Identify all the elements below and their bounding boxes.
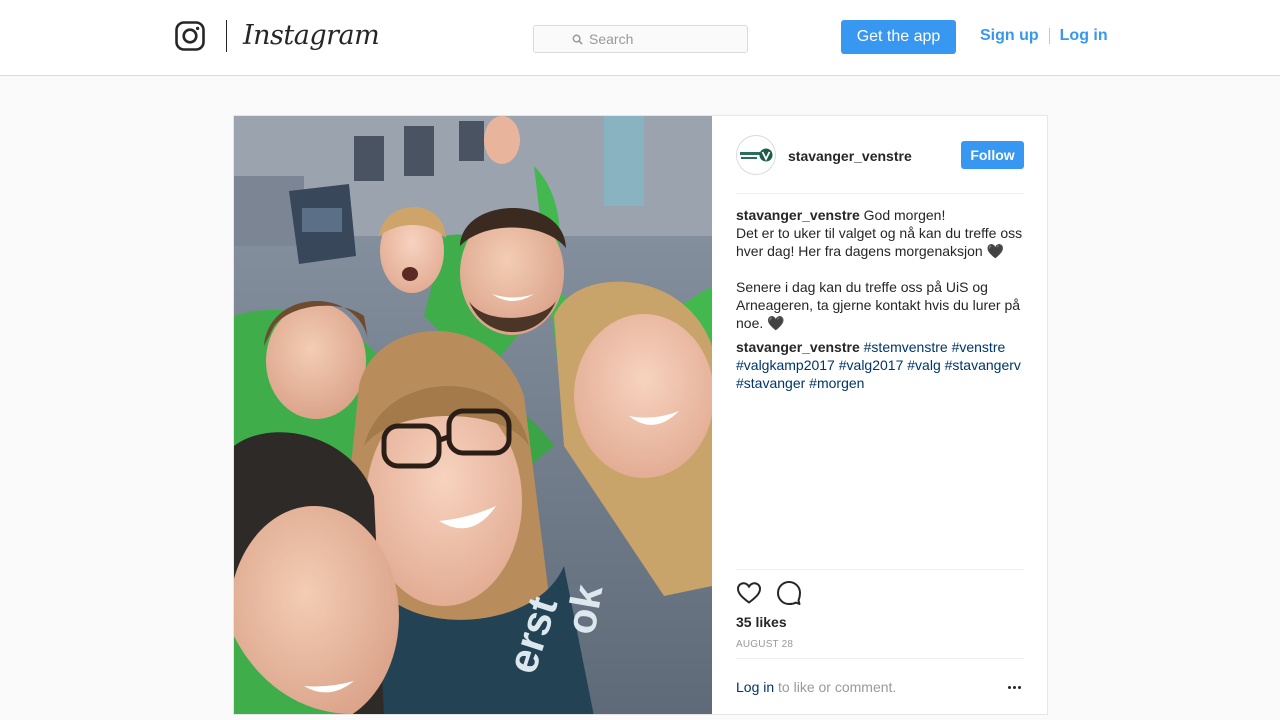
auth-divider	[1048, 28, 1050, 44]
post-sidebar: stavanger_venstre Follow stavanger_venst…	[712, 116, 1047, 714]
brand[interactable]: Instagram	[175, 18, 380, 54]
hashtag-link[interactable]: #venstre	[952, 339, 1006, 355]
hashtag-comment: stavanger_venstre #stemvenstre #venstre …	[736, 338, 1026, 392]
venstre-logo-icon	[740, 148, 773, 162]
hashtag-link[interactable]: #stavanger	[736, 375, 805, 391]
post-header: stavanger_venstre Follow	[736, 134, 1024, 194]
comment-icon[interactable]	[776, 580, 802, 606]
svg-text:ok: ok	[557, 581, 612, 638]
post-caption: stavanger_venstre God morgen! Det er to …	[736, 206, 1026, 392]
hashtag-link[interactable]: #valg	[907, 357, 940, 373]
login-to-comment: Log in to like or comment.	[736, 658, 1024, 714]
hashtag-link[interactable]: #stavangerv	[945, 357, 1021, 373]
hashtag-link[interactable]: #valgkamp2017	[736, 357, 835, 373]
search-input[interactable]	[589, 31, 709, 47]
hashtag-link[interactable]: #morgen	[809, 375, 864, 391]
avatar[interactable]	[736, 135, 776, 175]
caption-line-3: Senere i dag kan du treffe oss på UiS og…	[736, 279, 1021, 331]
hashtag-link[interactable]: #stemvenstre	[864, 339, 948, 355]
post-card: erst ok stavanger_venstre Follow stavang…	[233, 115, 1048, 715]
comment-username[interactable]: stavanger_venstre	[736, 339, 860, 355]
get-the-app-button[interactable]: Get the app	[841, 20, 956, 54]
log-in-link[interactable]: Log in	[1060, 27, 1108, 45]
caption-username[interactable]: stavanger_venstre	[736, 207, 860, 223]
post-date: AUGUST 28	[736, 639, 794, 650]
login-prompt: Log in to like or comment.	[736, 679, 896, 695]
post-actions: 35 likes AUGUST 28	[736, 569, 1024, 660]
login-prompt-link[interactable]: Log in	[736, 679, 774, 695]
more-options-icon[interactable]	[1004, 677, 1024, 697]
caption-line-2: Det er to uker til valget og nå kan du t…	[736, 225, 1023, 259]
top-navigation: Instagram Get the app Sign up Log in	[0, 0, 1280, 76]
sign-up-link[interactable]: Sign up	[980, 27, 1039, 45]
post-username[interactable]: stavanger_venstre	[788, 148, 912, 164]
instagram-glyph-icon[interactable]	[175, 21, 205, 51]
selfie-photo-image: erst ok	[234, 116, 712, 714]
follow-button[interactable]: Follow	[961, 141, 1024, 169]
login-prompt-text: to like or comment.	[778, 679, 897, 695]
search-icon	[572, 34, 583, 45]
hashtag-link[interactable]: #valg2017	[839, 357, 904, 373]
brand-divider	[226, 20, 227, 52]
instagram-wordmark[interactable]: Instagram	[243, 18, 380, 54]
search-box[interactable]	[533, 25, 748, 53]
post-photo[interactable]: erst ok	[234, 116, 712, 714]
auth-links: Sign up Log in	[980, 27, 1108, 45]
heart-icon[interactable]	[736, 580, 762, 606]
caption-line-1: God morgen!	[863, 207, 946, 223]
likes-count[interactable]: 35 likes	[736, 614, 787, 630]
